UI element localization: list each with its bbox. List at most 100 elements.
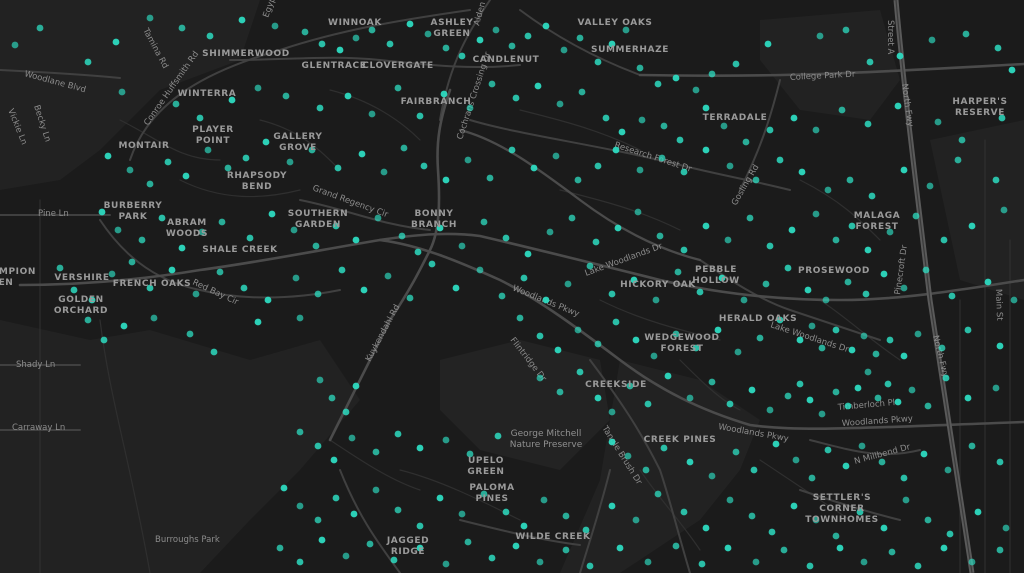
data-point[interactable]: [168, 266, 176, 274]
data-point[interactable]: [938, 344, 946, 352]
data-point[interactable]: [316, 376, 324, 384]
data-point[interactable]: [296, 502, 304, 510]
data-point[interactable]: [264, 296, 272, 304]
data-point[interactable]: [508, 42, 516, 50]
data-point[interactable]: [520, 274, 528, 282]
data-point[interactable]: [372, 448, 380, 456]
data-point[interactable]: [796, 380, 804, 388]
data-point[interactable]: [780, 546, 788, 554]
data-point[interactable]: [772, 440, 780, 448]
data-point[interactable]: [824, 446, 832, 454]
data-point[interactable]: [292, 274, 300, 282]
data-point[interactable]: [1010, 296, 1018, 304]
data-point[interactable]: [650, 352, 658, 360]
data-point[interactable]: [848, 346, 856, 354]
data-point[interactable]: [964, 394, 972, 402]
data-point[interactable]: [338, 266, 346, 274]
data-point[interactable]: [146, 180, 154, 188]
data-point[interactable]: [578, 88, 586, 96]
data-point[interactable]: [502, 508, 510, 516]
data-point[interactable]: [428, 260, 436, 268]
data-point[interactable]: [642, 466, 650, 474]
data-point[interactable]: [240, 284, 248, 292]
data-point[interactable]: [652, 296, 660, 304]
data-point[interactable]: [458, 52, 466, 60]
data-point[interactable]: [908, 386, 916, 394]
data-point[interactable]: [520, 522, 528, 530]
data-point[interactable]: [394, 84, 402, 92]
data-point[interactable]: [696, 288, 704, 296]
data-point[interactable]: [946, 530, 954, 538]
data-point[interactable]: [832, 326, 840, 334]
data-point[interactable]: [992, 384, 1000, 392]
data-point[interactable]: [314, 290, 322, 298]
data-point[interactable]: [660, 444, 668, 452]
data-point[interactable]: [100, 336, 108, 344]
data-point[interactable]: [708, 472, 716, 480]
data-point[interactable]: [914, 562, 922, 570]
data-point[interactable]: [344, 92, 352, 100]
data-point[interactable]: [608, 290, 616, 298]
data-point[interactable]: [204, 146, 212, 154]
data-point[interactable]: [556, 388, 564, 396]
data-point[interactable]: [312, 242, 320, 250]
data-point[interactable]: [832, 532, 840, 540]
data-point[interactable]: [268, 210, 276, 218]
data-point[interactable]: [984, 278, 992, 286]
data-point[interactable]: [576, 368, 584, 376]
data-point[interactable]: [336, 46, 344, 54]
data-point[interactable]: [342, 552, 350, 560]
data-point[interactable]: [860, 558, 868, 566]
data-point[interactable]: [680, 168, 688, 176]
data-point[interactable]: [616, 544, 624, 552]
data-point[interactable]: [868, 192, 876, 200]
data-point[interactable]: [366, 540, 374, 548]
data-point[interactable]: [406, 294, 414, 302]
data-point[interactable]: [384, 272, 392, 280]
data-point[interactable]: [676, 136, 684, 144]
data-point[interactable]: [702, 524, 710, 532]
data-point[interactable]: [608, 502, 616, 510]
data-point[interactable]: [612, 318, 620, 326]
data-point[interactable]: [508, 146, 516, 154]
data-point[interactable]: [296, 314, 304, 322]
data-point[interactable]: [492, 26, 500, 34]
data-point[interactable]: [922, 266, 930, 274]
data-point[interactable]: [724, 544, 732, 552]
data-point[interactable]: [536, 558, 544, 566]
data-point[interactable]: [11, 41, 19, 49]
data-point[interactable]: [540, 496, 548, 504]
data-point[interactable]: [806, 396, 814, 404]
data-point[interactable]: [654, 490, 662, 498]
data-point[interactable]: [848, 222, 856, 230]
data-point[interactable]: [766, 126, 774, 134]
data-point[interactable]: [692, 86, 700, 94]
data-point[interactable]: [686, 458, 694, 466]
data-point[interactable]: [608, 408, 616, 416]
data-point[interactable]: [216, 268, 224, 276]
data-point[interactable]: [862, 290, 870, 298]
data-point[interactable]: [112, 38, 120, 46]
data-point[interactable]: [524, 250, 532, 258]
data-point[interactable]: [242, 154, 250, 162]
data-point[interactable]: [70, 286, 78, 294]
data-point[interactable]: [178, 244, 186, 252]
data-point[interactable]: [276, 544, 284, 552]
data-point[interactable]: [842, 26, 850, 34]
data-point[interactable]: [452, 284, 460, 292]
data-point[interactable]: [866, 58, 874, 66]
data-point[interactable]: [592, 238, 600, 246]
data-point[interactable]: [1000, 206, 1008, 214]
data-point[interactable]: [644, 400, 652, 408]
data-point[interactable]: [238, 16, 246, 24]
data-point[interactable]: [846, 176, 854, 184]
data-point[interactable]: [562, 512, 570, 520]
data-point[interactable]: [358, 150, 366, 158]
data-point[interactable]: [280, 484, 288, 492]
data-point[interactable]: [486, 174, 494, 182]
data-point[interactable]: [374, 214, 382, 222]
data-point[interactable]: [702, 146, 710, 154]
data-point[interactable]: [776, 156, 784, 164]
data-point[interactable]: [84, 316, 92, 324]
data-point[interactable]: [352, 236, 360, 244]
